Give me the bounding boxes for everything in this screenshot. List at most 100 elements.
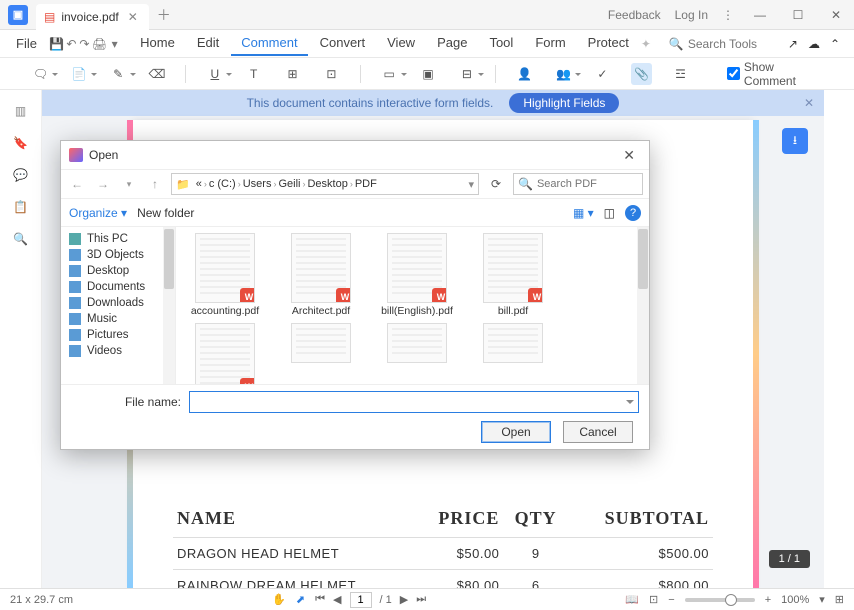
callout-tool[interactable]: ▣ <box>418 63 439 85</box>
thumbnails-icon[interactable]: ▥ <box>15 104 26 118</box>
menu-edit[interactable]: Edit <box>187 31 229 56</box>
breadcrumb-segment[interactable]: Desktop <box>305 178 349 190</box>
breadcrumb-segment[interactable]: « <box>194 178 204 190</box>
measure-tool[interactable]: ⊟ <box>457 63 478 85</box>
external-link-icon[interactable]: ↗ <box>788 37 798 51</box>
attachments-panel-icon[interactable]: 📋 <box>13 200 28 214</box>
prev-page-icon[interactable]: ◀ <box>333 593 341 606</box>
sparkle-icon[interactable]: ✦ <box>641 37 651 51</box>
hand-tool-icon[interactable]: ✋ <box>272 593 286 606</box>
breadcrumb-segment[interactable]: Users <box>241 178 274 190</box>
document-tab[interactable]: ▤ invoice.pdf ✕ <box>36 4 149 30</box>
help-button[interactable]: ? <box>625 205 641 221</box>
nav-recent-icon[interactable]: ▾ <box>119 174 139 194</box>
menu-form[interactable]: Form <box>525 31 575 56</box>
breadcrumb[interactable]: 📁 «›c (C:)›Users›Geili›Desktop›PDF ▾ <box>171 173 479 195</box>
tree-item[interactable]: Music <box>61 311 175 327</box>
banner-close-icon[interactable]: ✕ <box>804 96 814 110</box>
tree-item[interactable]: Videos <box>61 343 175 359</box>
breadcrumb-segment[interactable]: c (C:) <box>207 178 238 190</box>
file-item[interactable]: Waccounting.pdf <box>184 233 266 317</box>
file-item[interactable]: Wbill.pdf <box>472 233 554 317</box>
last-page-icon[interactable]: ⏭ <box>416 593 426 606</box>
cloud-icon[interactable]: ☁ <box>808 37 820 51</box>
new-folder-button[interactable]: New folder <box>137 206 194 220</box>
tree-item[interactable]: Desktop <box>61 263 175 279</box>
show-comment-toggle[interactable]: Show Comment <box>727 60 824 88</box>
area-text-tool[interactable]: ⊡ <box>321 63 342 85</box>
close-window-button[interactable]: ✕ <box>824 8 848 22</box>
tree-item[interactable]: This PC <box>61 231 175 247</box>
text-callout-tool[interactable]: 📄 <box>69 63 90 85</box>
minimize-button[interactable]: — <box>748 8 772 22</box>
menu-tool[interactable]: Tool <box>479 31 523 56</box>
file-item[interactable]: WArchitect.pdf <box>280 233 362 317</box>
comments-panel-icon[interactable]: 💬 <box>13 168 28 182</box>
breadcrumb-segment[interactable]: Geili <box>276 178 302 190</box>
print-icon[interactable]: 🖨 <box>92 33 107 55</box>
organize-button[interactable]: Organize ▾ <box>69 206 127 220</box>
dialog-search-input[interactable] <box>537 178 638 190</box>
text-tool[interactable]: T <box>243 63 264 85</box>
cancel-button[interactable]: Cancel <box>563 421 633 443</box>
textbox-tool[interactable]: ⊞ <box>282 63 303 85</box>
menu-file[interactable]: File <box>6 32 47 55</box>
show-comment-checkbox[interactable] <box>727 67 740 80</box>
page-number-input[interactable] <box>350 592 372 608</box>
refresh-button[interactable]: ⟳ <box>485 177 507 191</box>
select-tool-icon[interactable]: ⬈ <box>296 593 305 606</box>
tree-scrollbar[interactable] <box>163 227 175 384</box>
file-item[interactable]: Wcad2 (1).pdf <box>184 323 266 384</box>
menu-home[interactable]: Home <box>130 31 185 56</box>
note-tool[interactable]: 🗨 <box>30 63 51 85</box>
pencil-tool[interactable]: ✎ <box>108 63 129 85</box>
zoom-dropdown-icon[interactable]: ▾ <box>819 593 825 606</box>
files-scrollbar[interactable] <box>637 227 649 384</box>
view-mode-button[interactable]: ▦ ▾ <box>573 206 594 220</box>
kebab-icon[interactable]: ⋮ <box>722 8 734 22</box>
nav-back-button[interactable]: ← <box>67 174 87 194</box>
login-link[interactable]: Log In <box>675 8 708 22</box>
dropdown-icon[interactable]: ▾ <box>109 33 120 55</box>
bookmark-icon[interactable]: 🔖 <box>13 136 28 150</box>
maximize-button[interactable]: ☐ <box>786 8 810 22</box>
undo-icon[interactable]: ↶ <box>66 33 77 55</box>
tree-item[interactable]: Pictures <box>61 327 175 343</box>
feedback-link[interactable]: Feedback <box>608 8 661 22</box>
file-item[interactable]: Wbill(English).pdf <box>376 233 458 317</box>
signature-tool[interactable]: 👥 <box>553 63 574 85</box>
search-panel-icon[interactable]: 🔍 <box>13 232 28 246</box>
breadcrumb-segment[interactable]: PDF <box>353 178 379 190</box>
first-page-icon[interactable]: ⏮ <box>315 593 325 606</box>
search-tools[interactable]: 🔍 <box>669 37 778 51</box>
underline-tool[interactable]: U <box>204 63 225 85</box>
fullscreen-icon[interactable]: ⊞ <box>835 593 844 606</box>
filename-input[interactable] <box>189 391 639 413</box>
attachment-tool[interactable]: 📎 <box>631 63 652 85</box>
redo-icon[interactable]: ↷ <box>79 33 90 55</box>
stamp-tool[interactable]: 👤 <box>514 63 535 85</box>
menu-convert[interactable]: Convert <box>310 31 376 56</box>
menu-comment[interactable]: Comment <box>231 31 307 56</box>
comment-list-tool[interactable]: ☲ <box>670 63 691 85</box>
file-item[interactable] <box>472 323 554 384</box>
quick-save-button[interactable]: ⭳ <box>782 128 808 154</box>
file-item[interactable] <box>280 323 362 384</box>
preview-pane-button[interactable]: ◫ <box>604 206 615 220</box>
nav-up-button[interactable]: ↑ <box>145 174 165 194</box>
zoom-out-icon[interactable]: − <box>668 594 674 606</box>
open-button[interactable]: Open <box>481 421 551 443</box>
approve-tool[interactable]: ✓ <box>592 63 613 85</box>
breadcrumb-dropdown-icon[interactable]: ▾ <box>468 178 474 191</box>
dialog-close-button[interactable]: ✕ <box>617 145 641 166</box>
zoom-in-icon[interactable]: + <box>765 594 771 606</box>
menu-view[interactable]: View <box>377 31 425 56</box>
menu-protect[interactable]: Protect <box>578 31 639 56</box>
highlight-fields-button[interactable]: Highlight Fields <box>509 93 619 113</box>
tree-item[interactable]: Downloads <box>61 295 175 311</box>
nav-forward-button[interactable]: → <box>93 174 113 194</box>
eraser-tool[interactable]: ⌫ <box>147 63 168 85</box>
reading-mode-icon[interactable]: 📖 <box>625 593 639 606</box>
zoom-slider[interactable] <box>685 598 755 602</box>
next-page-icon[interactable]: ▶ <box>400 593 408 606</box>
